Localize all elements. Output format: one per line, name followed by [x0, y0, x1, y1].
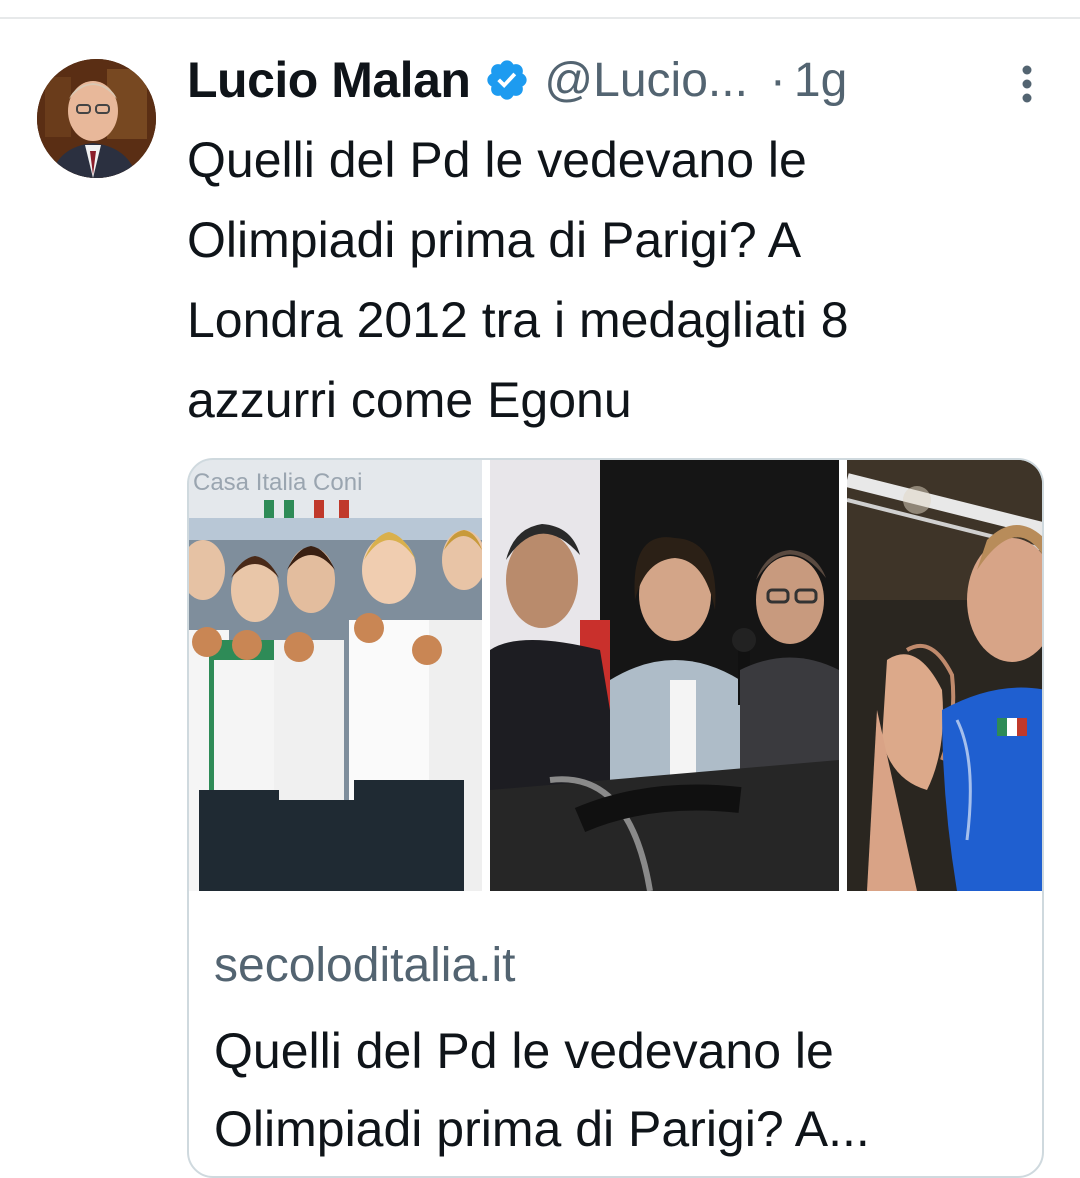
card-media-row: Casa Italia Coni	[189, 460, 1042, 891]
tweet-text: Quelli del Pd le vedevano le Olimpiadi p…	[187, 132, 849, 428]
card-image-volleyball	[847, 460, 1042, 891]
avatar[interactable]	[37, 59, 156, 178]
author-handle[interactable]: @Lucio...	[544, 53, 747, 108]
author-name[interactable]: Lucio Malan	[187, 51, 471, 109]
verified-badge-icon	[487, 60, 528, 100]
card-title: Quelli del Pd le vedevano le Olimpiadi p…	[214, 1023, 870, 1157]
timestamp[interactable]: 1g	[794, 53, 847, 108]
banner-text: Casa Italia Coni	[193, 469, 362, 496]
photo-panel-speakers	[490, 460, 839, 891]
tweet-header: Lucio Malan @Lucio... · 1g	[187, 40, 1057, 120]
photo-volleyball-player	[847, 460, 1042, 891]
avatar-photo	[37, 59, 156, 178]
more-options-icon[interactable]	[1019, 64, 1035, 104]
header-separator: ·	[769, 53, 786, 107]
photo-synchronized-swimmers-medals: Casa Italia Coni	[189, 460, 482, 891]
tweet-body: Lucio Malan @Lucio... · 1g Quelli del Pd…	[187, 40, 1057, 440]
card-image-swimmers: Casa Italia Coni	[189, 460, 482, 891]
top-divider	[0, 17, 1080, 19]
card-image-panel	[490, 460, 839, 891]
card-domain: secoloditalia.it	[214, 939, 516, 992]
link-preview-card[interactable]: Casa Italia Coni secoloditalia.it Quelli…	[187, 458, 1044, 1178]
